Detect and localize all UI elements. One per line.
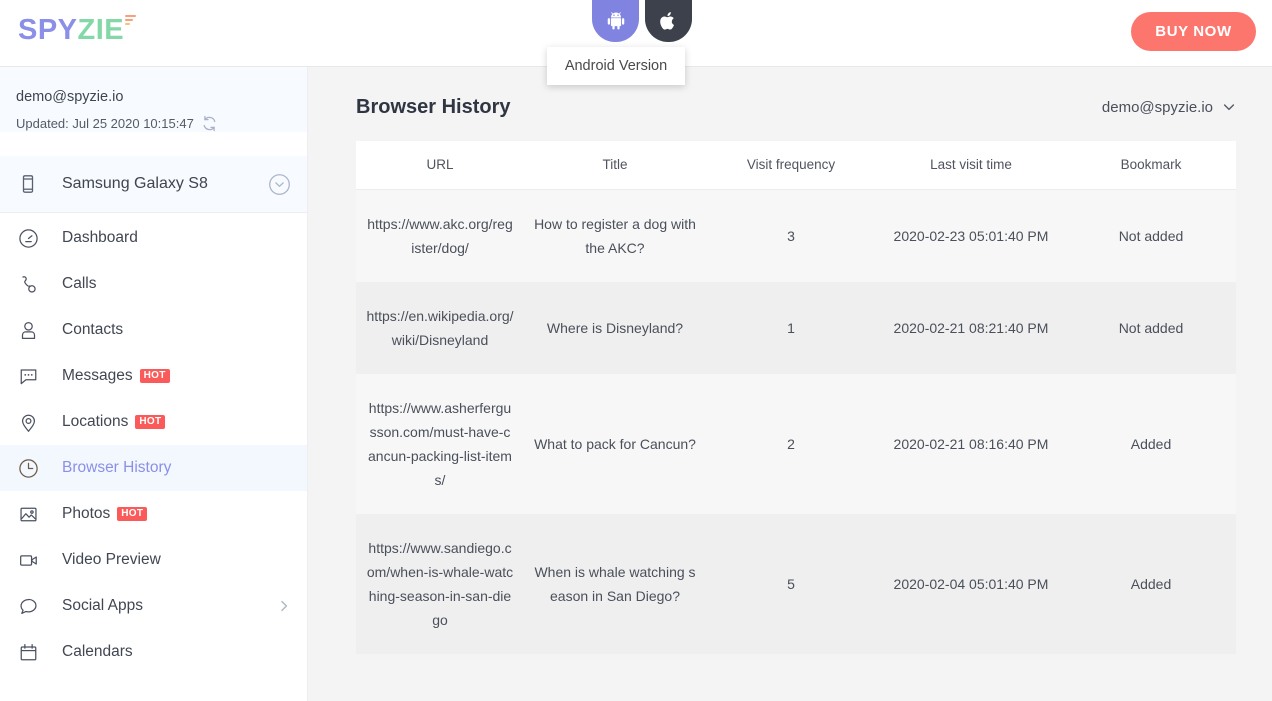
phone-icon [18,174,38,194]
refresh-icon[interactable] [201,115,218,132]
os-version-tooltip: Android Version [547,47,685,85]
sidebar-item-label: Messages HOT [62,367,170,385]
account-summary: demo@spyzie.io Updated: Jul 25 2020 10:1… [0,67,307,132]
column-header-bookmark[interactable]: Bookmark [1066,141,1236,190]
device-name: Samsung Galaxy S8 [62,175,208,192]
last-updated-text: Updated: Jul 25 2020 10:15:47 [16,116,194,131]
device-selector[interactable]: Samsung Galaxy S8 [0,156,307,213]
cell-url[interactable]: https://en.wikipedia.org/wiki/Disneyland [356,282,524,374]
cell-last-visit: 2020-02-21 08:16:40 PM [893,435,1049,452]
android-icon [607,11,625,31]
cell-bookmark: Added [1130,435,1172,452]
column-header-title[interactable]: Title [524,141,706,190]
sidebar-item-calendars[interactable]: Calendars [0,629,307,675]
sidebar-item-label: Contacts [62,321,124,338]
logo-text-spy: SPY [18,14,78,46]
image-icon [18,504,39,525]
table-row[interactable]: https://www.sandiego.com/when-is-whale-w… [356,513,1236,654]
cell-url[interactable]: https://www.sandiego.com/when-is-whale-w… [356,514,524,654]
gauge-icon [18,228,39,249]
cell-title: What to pack for Cancun? [534,435,696,452]
browser-history-table: URL Title Visit frequency Last visit tim… [356,141,1236,654]
user-menu[interactable]: demo@spyzie.io [1102,99,1236,116]
cell-bookmark: Not added [1118,319,1184,336]
cell-frequency: 3 [787,227,795,244]
sidebar-item-label: Browser History [62,459,172,476]
sidebar-item-contacts[interactable]: Contacts [0,307,307,353]
sidebar-item-messages[interactable]: Messages HOT [0,353,307,399]
clock-icon [18,458,39,479]
brand-logo[interactable]: SPYZIE [18,14,137,47]
cell-bookmark: Added [1130,575,1172,592]
cell-url[interactable]: https://www.akc.org/register/dog/ [356,189,524,282]
video-camera-icon [18,550,39,571]
sidebar-item-label: Video Preview [62,551,161,568]
hot-badge: HOT [117,507,148,521]
sidebar-item-label: Calendars [62,643,133,660]
column-header-last-visit[interactable]: Last visit time [876,141,1066,190]
sidebar-item-label: Social Apps [62,597,143,614]
calendar-icon [18,642,39,663]
last-updated: Updated: Jul 25 2020 10:15:47 [16,115,291,132]
cell-last-visit: 2020-02-04 05:01:40 PM [893,575,1049,592]
tab-android-version[interactable] [592,0,639,42]
map-pin-icon [18,412,39,433]
cell-frequency: 1 [787,319,795,336]
account-email: demo@spyzie.io [16,89,124,105]
buy-now-button[interactable]: BUY NOW [1131,12,1256,51]
sidebar-item-label: Calls [62,275,97,292]
table-header-row: URL Title Visit frequency Last visit tim… [356,141,1236,190]
table-row[interactable]: https://www.asherfergusson.com/must-have… [356,373,1236,514]
main-header: Browser History demo@spyzie.io [356,87,1236,127]
sidebar-item-label: Locations HOT [62,413,166,431]
page-title: Browser History [356,95,511,118]
sidebar-item-photos[interactable]: Photos HOT [0,491,307,537]
cell-frequency: 5 [787,575,795,592]
phone-call-icon [18,274,39,295]
cell-bookmark: Not added [1118,227,1184,244]
sidebar-item-dashboard[interactable]: Dashboard [0,215,307,261]
cell-url[interactable]: https://www.asherfergusson.com/must-have… [356,374,524,514]
table-header: URL Title Visit frequency Last visit tim… [356,141,1236,190]
hot-badge: HOT [135,415,166,429]
column-header-frequency[interactable]: Visit frequency [706,141,876,190]
sidebar-item-calls[interactable]: Calls [0,261,307,307]
sidebar-item-video-preview[interactable]: Video Preview [0,537,307,583]
sidebar-item-browser-history[interactable]: Browser History [0,445,307,491]
sidebar-item-social-apps[interactable]: Social Apps [0,583,307,629]
table-body: https://www.akc.org/register/dog/ How to… [356,189,1236,654]
cell-last-visit: 2020-02-21 08:21:40 PM [893,319,1049,336]
hot-badge: HOT [139,369,170,383]
chevron-right-icon[interactable] [277,599,291,613]
table-row[interactable]: https://www.akc.org/register/dog/ How to… [356,189,1236,282]
sidebar-item-locations[interactable]: Locations HOT [0,399,307,445]
column-header-url[interactable]: URL [356,141,524,190]
sidebar: demo@spyzie.io Updated: Jul 25 2020 10:1… [0,67,308,701]
user-menu-label: demo@spyzie.io [1101,98,1213,116]
sidebar-nav: Dashboard Calls Contacts Messages HOT Lo… [0,213,307,675]
apple-icon [660,11,677,31]
person-icon [18,320,39,341]
table-row[interactable]: https://en.wikipedia.org/wiki/Disneyland… [356,281,1236,374]
logo-text-zie: ZIE [77,14,125,46]
cell-title: How to register a dog with the AKC? [534,215,696,256]
chat-bubble-icon [18,366,39,387]
cell-title: Where is Disneyland? [546,319,684,336]
sidebar-item-label: Dashboard [62,229,138,246]
speech-bubble-icon [18,596,39,617]
tab-ios-version[interactable] [645,0,692,42]
logo-mark-icon [125,15,137,26]
os-version-tabs [592,0,692,42]
chevron-down-icon [1222,100,1236,114]
cell-last-visit: 2020-02-23 05:01:40 PM [893,227,1049,244]
cell-frequency: 2 [787,435,795,452]
cell-title: When is whale watching season in San Die… [534,563,696,604]
chevron-down-circle-icon[interactable] [268,173,291,196]
main-content: Browser History demo@spyzie.io URL Title… [308,67,1272,701]
sidebar-item-label: Photos HOT [62,505,148,523]
